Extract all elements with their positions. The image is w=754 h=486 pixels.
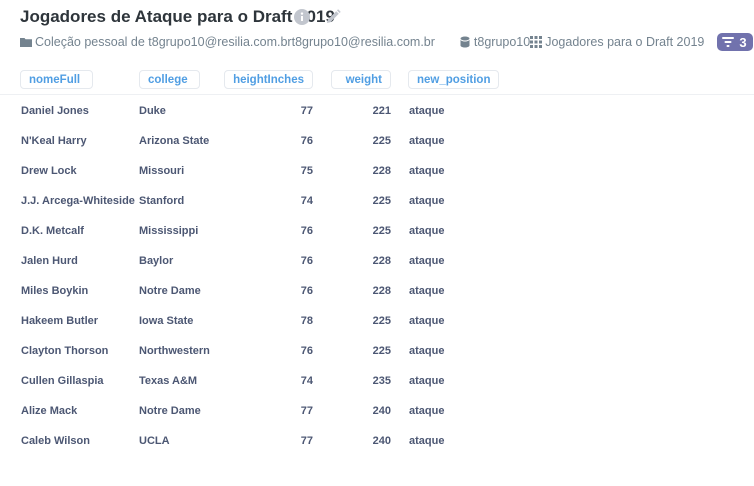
cell-heightinches: 74 [300,195,313,207]
cell-college: Mississippi [139,225,199,237]
breadcrumb-table[interactable]: Jogadores para o Draft 2019 [545,35,704,49]
cell-nomefull: Caleb Wilson [21,435,90,447]
cell-new-position: ataque [409,285,445,297]
filter-icon [722,37,735,47]
cell-heightinches: 77 [300,405,313,417]
cell-new-position: ataque [409,165,445,177]
cell-college: Arizona State [139,135,210,147]
cell-heightinches: 77 [300,105,313,117]
cell-new-position: ataque [409,195,445,207]
title-actions [294,8,342,26]
breadcrumb: Coleção pessoal de t8grupo10@resilia.com… [20,33,753,51]
table-row[interactable]: Alize Mack Notre Dame 77 240 ataque [0,396,754,426]
table-row[interactable]: J.J. Arcega-Whiteside Stanford 74 225 ataque [0,186,754,216]
info-icon[interactable] [294,9,310,25]
cell-college: UCLA [139,435,170,447]
cell-nomefull: Cullen Gillaspia [21,375,104,387]
column-header-college[interactable]: college [139,70,200,89]
table-row[interactable]: Drew Lock Missouri 75 228 ataque [0,156,754,186]
filter-count: 3 [739,34,747,50]
cell-new-position: ataque [409,135,445,147]
cell-new-position: ataque [409,255,445,267]
cell-nomefull: Hakeem Butler [21,315,99,327]
cell-weight: 225 [372,345,391,357]
table-row[interactable]: Clayton Thorson Northwestern 76 225 ataque [0,336,754,366]
cell-college: Baylor [139,255,174,267]
cell-new-position: ataque [409,105,445,117]
cell-weight: 225 [372,195,391,207]
cell-weight: 225 [372,135,391,147]
table-row[interactable]: Miles Boykin Notre Dame 76 228 ataque [0,276,754,306]
cell-college: Notre Dame [139,405,201,417]
cell-new-position: ataque [409,375,445,387]
cell-college: Stanford [139,195,185,207]
cell-new-position: ataque [409,435,445,447]
breadcrumb-collection[interactable]: Coleção pessoal de t8grupo10@resilia.com… [35,35,292,49]
table-row[interactable]: Daniel Jones Duke 77 221 ataque [0,96,754,126]
cell-nomefull: Drew Lock [21,165,77,177]
cell-weight: 235 [372,375,391,387]
cell-weight: 221 [372,105,391,117]
column-headers: nomeFull college heightInches weight new… [0,70,754,92]
cell-new-position: ataque [409,345,445,357]
cell-college: Notre Dame [139,285,201,297]
cell-heightinches: 75 [300,165,313,177]
cell-nomefull: Alize Mack [21,405,78,417]
cell-college: Texas A&M [139,375,198,387]
cell-new-position: ataque [409,315,445,327]
column-header-heightinches[interactable]: heightInches [224,70,313,89]
cell-heightinches: 77 [300,435,313,447]
cell-nomefull: Jalen Hurd [21,255,78,267]
database-icon [459,36,471,48]
table-row[interactable]: N'Keal Harry Arizona State 76 225 ataque [0,126,754,156]
cell-weight: 240 [372,435,391,447]
page-title: Jogadores de Ataque para o Draft 2019 [20,7,335,26]
filter-badge[interactable]: 3 [717,33,753,51]
cell-nomefull: Clayton Thorson [21,345,109,357]
cell-college: Northwestern [139,345,210,357]
cell-new-position: ataque [409,225,445,237]
cell-weight: 225 [372,225,391,237]
table-row[interactable]: Jalen Hurd Baylor 76 228 ataque [0,246,754,276]
cell-heightinches: 76 [300,345,313,357]
table-grid-icon [530,36,543,48]
cell-college: Duke [139,105,166,117]
cell-heightinches: 76 [300,285,313,297]
cell-heightinches: 76 [300,225,313,237]
cell-weight: 228 [372,285,391,297]
edit-pencil-icon[interactable] [324,8,342,26]
cell-heightinches: 76 [300,255,313,267]
table-row[interactable]: Cullen Gillaspia Texas A&M 74 235 ataque [0,366,754,396]
column-header-new-position[interactable]: new_position [408,70,499,89]
cell-weight: 225 [372,315,391,327]
cell-college: Missouri [139,165,185,177]
cell-new-position: ataque [409,405,445,417]
cell-heightinches: 78 [300,315,313,327]
folder-icon [20,36,32,48]
cell-heightinches: 74 [300,375,313,387]
page-header: Jogadores de Ataque para o Draft 2019 [20,6,754,32]
cell-weight: 228 [372,165,391,177]
breadcrumb-owner[interactable]: t8grupo10@resilia.com.br [292,35,435,49]
breadcrumb-database[interactable]: t8grupo10 [474,35,530,49]
column-header-weight[interactable]: weight [331,70,391,89]
cell-college: Iowa State [139,315,194,327]
cell-nomefull: Miles Boykin [21,285,89,297]
cell-nomefull: D.K. Metcalf [21,225,84,237]
cell-weight: 240 [372,405,391,417]
table-row[interactable]: D.K. Metcalf Mississippi 76 225 ataque [0,216,754,246]
table-row[interactable]: Caleb Wilson UCLA 77 240 ataque [0,426,754,456]
table-row[interactable]: Hakeem Butler Iowa State 78 225 ataque [0,306,754,336]
cell-nomefull: J.J. Arcega-Whiteside [21,195,135,207]
column-header-nomefull[interactable]: nomeFull [20,70,93,89]
cell-nomefull: N'Keal Harry [21,135,87,147]
cell-weight: 228 [372,255,391,267]
header-divider [0,94,754,95]
cell-nomefull: Daniel Jones [21,105,89,117]
cell-heightinches: 76 [300,135,313,147]
